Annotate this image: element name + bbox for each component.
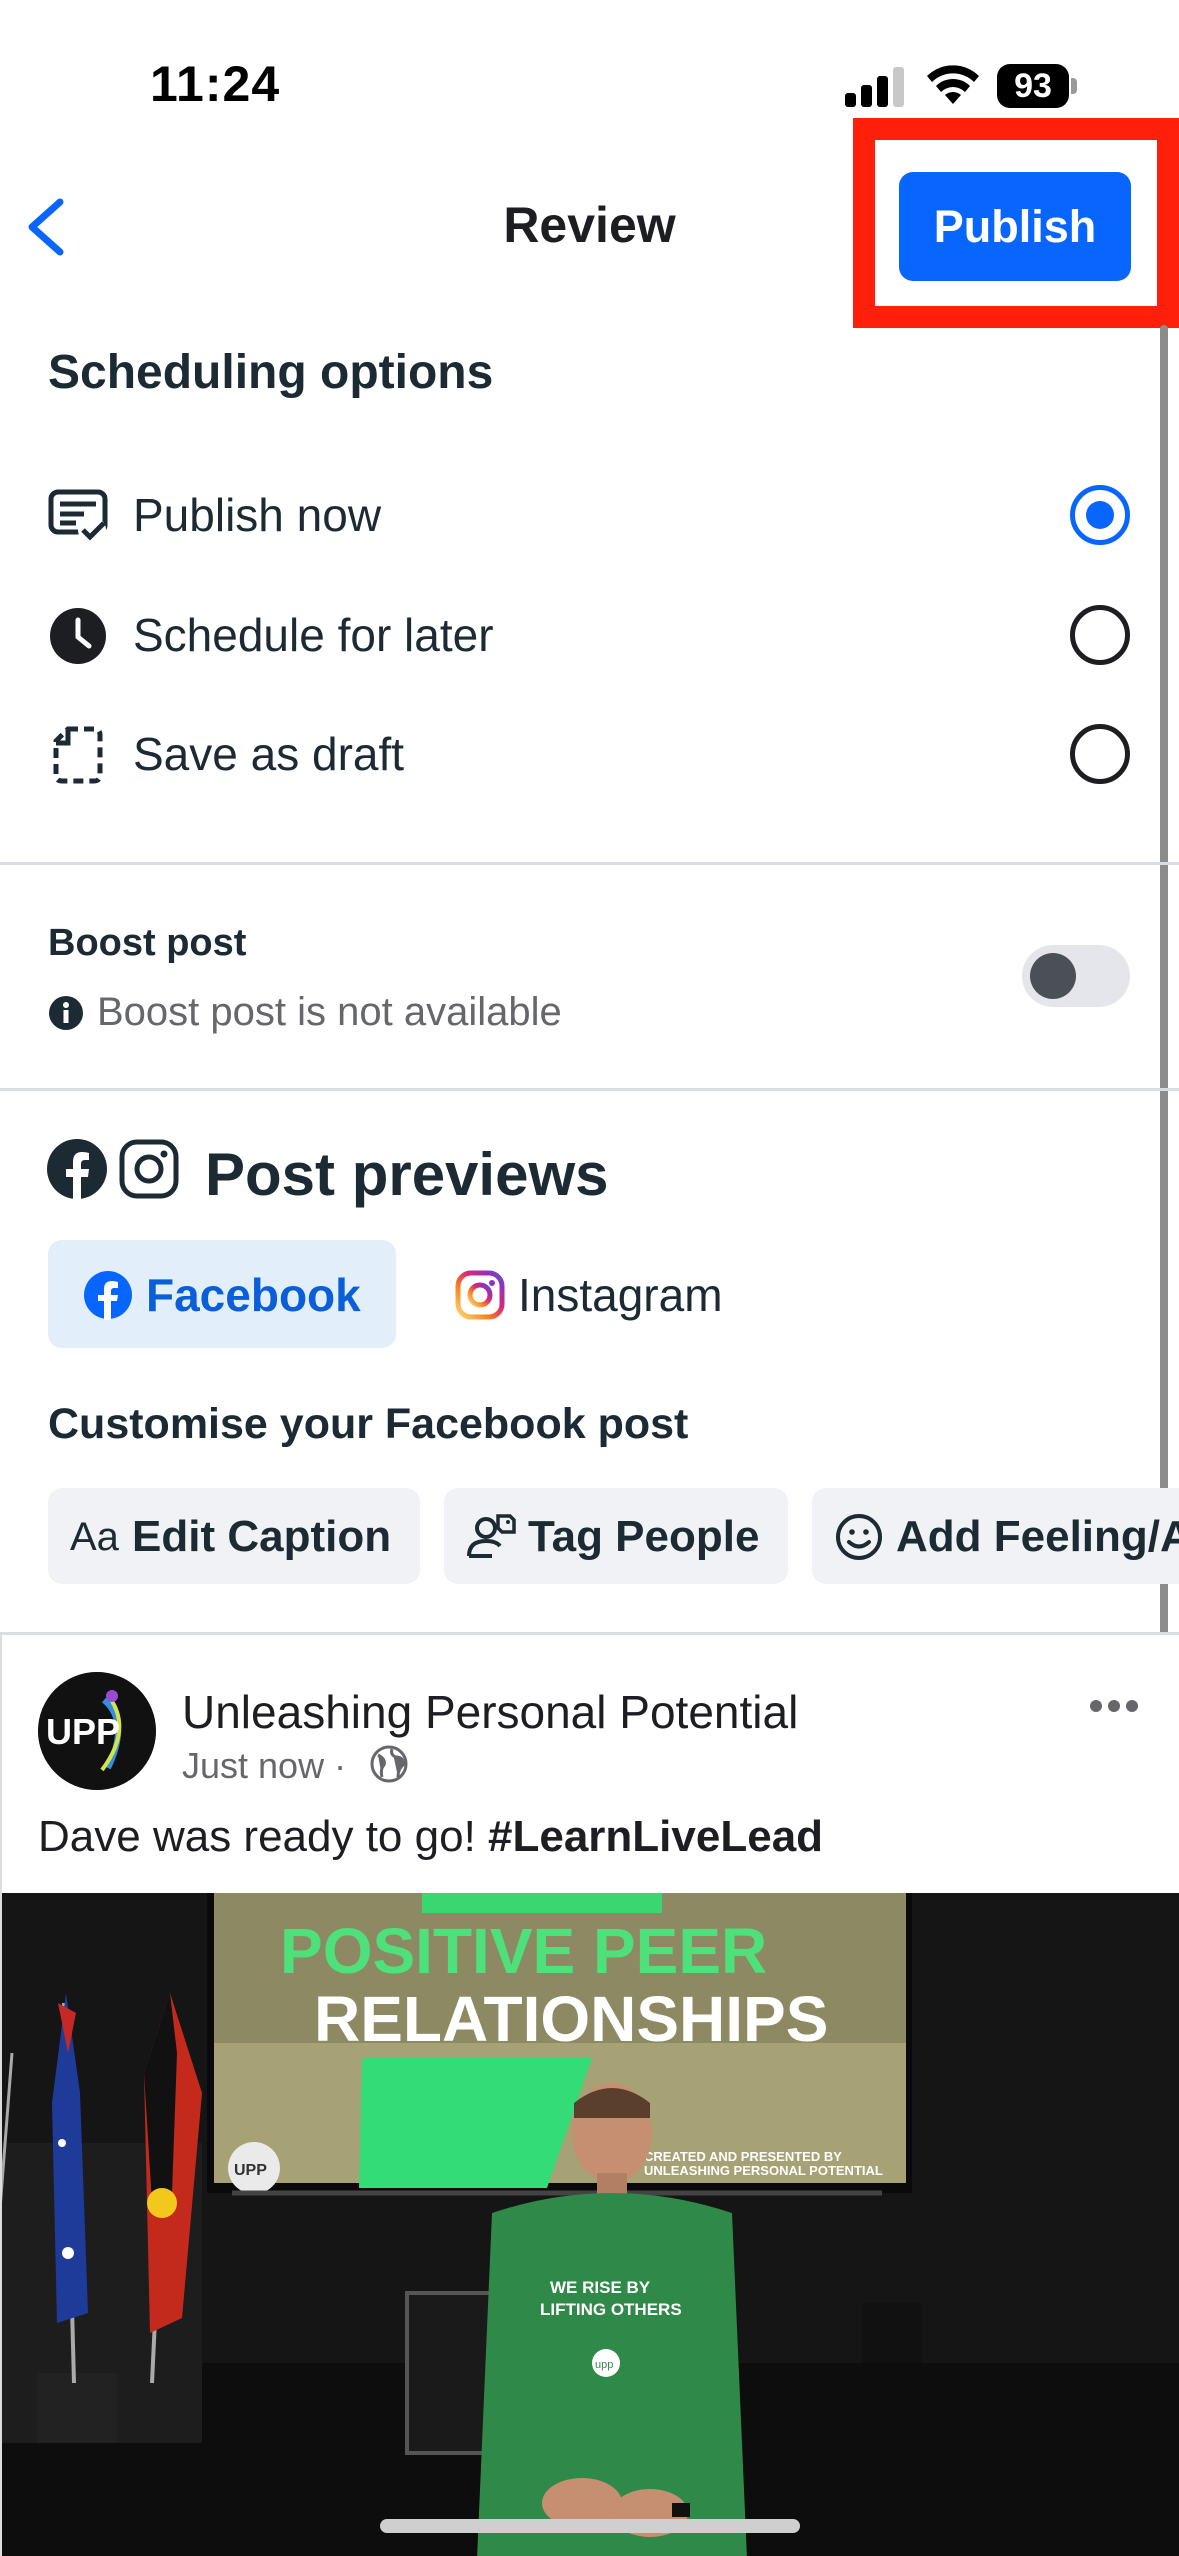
boost-post-title: Boost post (48, 922, 247, 964)
smiley-icon (836, 1514, 882, 1560)
battery-level: 93 (997, 64, 1069, 108)
back-button[interactable] (18, 190, 78, 264)
draft-icon (53, 726, 103, 784)
clock-icon (50, 608, 106, 664)
tab-facebook[interactable]: Facebook (48, 1240, 396, 1348)
edit-caption-chip[interactable]: Aa Edit Caption (48, 1488, 420, 1584)
globe-icon (370, 1745, 408, 1783)
facebook-logo-icon (84, 1271, 132, 1320)
tag-people-chip[interactable]: Tag People (444, 1488, 788, 1584)
chevron-left-icon (28, 198, 64, 256)
post-caption: Dave was ready to go! #LearnLiveLead (38, 1812, 823, 1862)
slide-logo: UPP (234, 2162, 267, 2179)
shirt-logo: upp (595, 2359, 613, 2371)
scheduling-options-title: Scheduling options (48, 346, 494, 399)
slide-credit-line1: CREATED AND PRESENTED BY (644, 2149, 842, 2164)
more-options-icon[interactable] (1088, 1697, 1140, 1715)
upp-logo-icon: UPP (38, 1672, 156, 1790)
instagram-icon (119, 1139, 179, 1199)
post-photo: POSITIVE PEER RELATIONSHIPS CREATED AND … (2, 1893, 1179, 2556)
chip-label: Add Feeling/A (896, 1512, 1179, 1561)
divider (0, 1088, 1179, 1091)
option-label: Schedule for later (133, 609, 494, 661)
slide-title-line2: RELATIONSHIPS (314, 1983, 828, 2055)
boost-unavailable-note: Boost post is not available (97, 990, 562, 1034)
radio-schedule-later[interactable] (1070, 605, 1130, 665)
option-label: Save as draft (133, 728, 405, 780)
chip-label: Edit Caption (132, 1512, 392, 1561)
tab-label: Instagram (518, 1269, 723, 1321)
text-format-icon: Aa (70, 1515, 119, 1559)
slide-credit-line2: UNLEASHING PERSONAL POTENTIAL (644, 2163, 883, 2178)
cellular-signal-icon (845, 67, 904, 107)
page-avatar: UPP (38, 1672, 156, 1790)
tab-label: Facebook (146, 1269, 361, 1321)
separator-dot: · (334, 1745, 347, 1786)
slide-title-line1: POSITIVE PEER (280, 1915, 767, 1987)
post-time: Just now (182, 1745, 325, 1786)
radio-save-draft[interactable] (1070, 724, 1130, 784)
add-feeling-chip[interactable]: Add Feeling/A (812, 1488, 1179, 1584)
divider (0, 862, 1179, 865)
chip-label: Tag People (528, 1512, 760, 1561)
toggle-knob (1030, 953, 1076, 999)
option-publish-now[interactable]: Publish now (0, 461, 1179, 571)
post-preview-card: UPP Unleashing Personal Potential Just n… (0, 1632, 1179, 2556)
publish-button[interactable]: Publish (899, 172, 1131, 281)
tab-instagram[interactable]: Instagram (440, 1240, 770, 1348)
wifi-icon (927, 65, 979, 104)
instagram-logo-icon (455, 1270, 505, 1320)
hashtag[interactable]: #LearnLiveLead (488, 1812, 823, 1861)
battery-indicator: 93 (997, 64, 1077, 108)
post-author: Unleashing Personal Potential (182, 1686, 799, 1738)
post-time-row: Just now · (182, 1745, 346, 1787)
facebook-icon (47, 1139, 107, 1200)
avatar-text: UPP (46, 1711, 120, 1752)
battery-tip (1071, 78, 1077, 94)
post-previews-title: Post previews (205, 1141, 609, 1208)
status-time: 11:24 (150, 56, 281, 112)
info-icon (49, 996, 83, 1030)
option-save-draft[interactable]: Save as draft (0, 700, 1179, 810)
option-label: Publish now (133, 489, 382, 541)
publish-now-icon (48, 489, 108, 544)
home-indicator[interactable] (380, 2519, 800, 2533)
shirt-text-line2: LIFTING OTHERS (540, 2300, 682, 2319)
boost-toggle[interactable] (1022, 945, 1130, 1007)
customise-post-title: Customise your Facebook post (48, 1400, 689, 1448)
option-schedule-later[interactable]: Schedule for later (0, 581, 1179, 691)
tag-people-icon (467, 1514, 516, 1558)
post-image: POSITIVE PEER RELATIONSHIPS CREATED AND … (2, 1893, 1179, 2556)
radio-publish-now[interactable] (1070, 485, 1130, 545)
shirt-text-line1: WE RISE BY (550, 2278, 651, 2297)
caption-text: Dave was ready to go! (38, 1812, 489, 1861)
